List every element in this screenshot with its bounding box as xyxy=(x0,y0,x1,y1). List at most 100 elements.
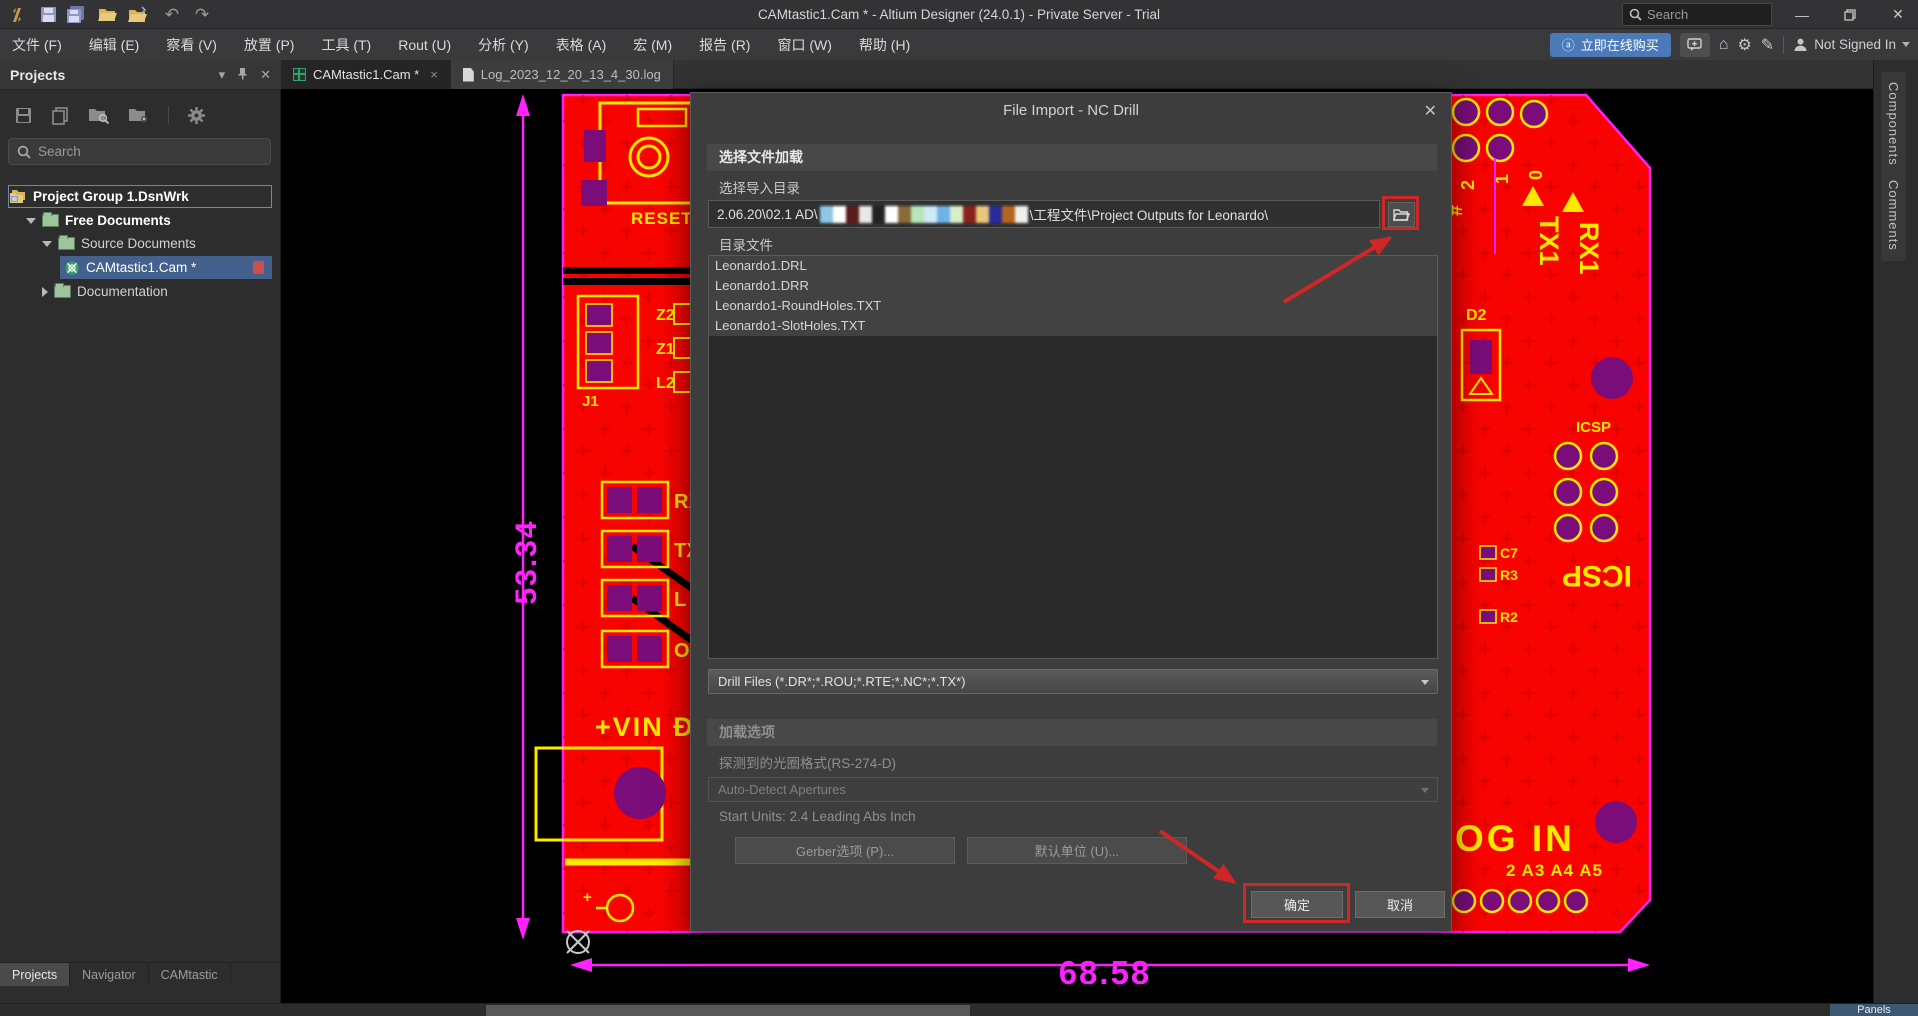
pcb-label-l: L xyxy=(674,589,686,611)
pcb-label-z1: Z1 xyxy=(656,341,675,358)
menu-reports[interactable]: 报告 (R) xyxy=(699,35,750,55)
pin-icon[interactable] xyxy=(237,67,248,83)
panel-settings-gear-icon[interactable] xyxy=(187,106,206,125)
menu-tools[interactable]: 工具 (T) xyxy=(321,35,371,55)
open-icon[interactable] xyxy=(96,3,120,26)
panel-menu-chevron-icon[interactable]: ▾ xyxy=(219,67,226,83)
save-icon[interactable] xyxy=(36,3,60,26)
annotate-pen-icon[interactable]: ✎ xyxy=(1761,35,1774,55)
pcb-label-r2: R2 xyxy=(1500,609,1518,625)
menu-edit[interactable]: 编辑 (E) xyxy=(89,35,140,55)
tree-collapsed-icon[interactable] xyxy=(42,287,48,297)
tab-navigator[interactable]: Navigator xyxy=(70,963,149,986)
open-project-icon[interactable] xyxy=(126,3,150,26)
pcb-label-analog: OG IN xyxy=(1455,818,1575,859)
titlebar-search-input[interactable] xyxy=(1647,7,1757,22)
tree-expand-icon[interactable] xyxy=(42,241,52,247)
pcb-label-d2: D2 xyxy=(1466,307,1487,324)
menu-analysis[interactable]: 分析 (Y) xyxy=(478,35,529,55)
folder-icon xyxy=(42,214,59,227)
explore-folder-icon[interactable] xyxy=(88,106,110,124)
buy-online-button[interactable]: ⓐ 立即在线购买 xyxy=(1550,33,1671,57)
cam-grid-icon xyxy=(293,68,306,81)
close-button[interactable]: ✕ xyxy=(1878,0,1918,29)
cam-document-icon xyxy=(64,260,80,276)
file-list[interactable]: Leonardo1.DRL Leonardo1.DRR Leonardo1-Ro… xyxy=(708,255,1438,659)
menu-tables[interactable]: 表格 (A) xyxy=(556,35,607,55)
aperture-format-label: 探测到的光圈格式(RS-274-D) xyxy=(719,752,896,772)
redo-icon[interactable]: ↷ xyxy=(190,3,214,26)
chevron-down-icon xyxy=(1421,680,1429,685)
tree-item-label: Documentation xyxy=(77,284,168,299)
menu-macro[interactable]: 宏 (M) xyxy=(633,35,672,55)
save-project-icon[interactable] xyxy=(14,106,33,125)
tab-projects[interactable]: Projects xyxy=(0,963,70,986)
tree-item-camtastic-document[interactable]: CAMtastic1.Cam * xyxy=(8,256,272,279)
gerber-options-button[interactable]: Gerber选项 (P)... xyxy=(735,837,955,864)
doc-tab-camtastic[interactable]: CAMtastic1.Cam * × xyxy=(281,60,451,89)
settings-gear-icon[interactable]: ⚙ xyxy=(1737,35,1751,55)
section-load-options: 加载选项 xyxy=(707,719,1437,746)
menu-view[interactable]: 察看 (V) xyxy=(166,35,217,55)
tab-comments[interactable]: Comments xyxy=(1881,170,1906,261)
path-censored-segment xyxy=(820,206,1028,223)
doc-tab-log[interactable]: Log_2023_12_20_13_4_30.log xyxy=(451,60,674,89)
tab-close-icon[interactable]: × xyxy=(430,67,438,82)
pcb-label-plus: + xyxy=(583,889,592,906)
pcb-label-analog-pins: 2 A3 A4 A5 xyxy=(1506,861,1603,880)
undo-icon[interactable]: ↶ xyxy=(160,3,184,26)
file-row[interactable]: Leonardo1-SlotHoles.TXT xyxy=(709,316,1437,336)
home-icon[interactable]: ⌂ xyxy=(1719,36,1729,54)
cancel-button[interactable]: 取消 xyxy=(1355,891,1445,918)
menu-place[interactable]: 放置 (P) xyxy=(244,35,295,55)
doc-tab-label: CAMtastic1.Cam * xyxy=(313,67,419,82)
menu-file[interactable]: 文件 (F) xyxy=(12,35,62,55)
feedback-button[interactable] xyxy=(1680,33,1710,57)
projects-search-input[interactable] xyxy=(38,144,238,159)
restore-button[interactable] xyxy=(1830,0,1870,29)
compare-documents-icon[interactable] xyxy=(51,106,70,125)
menu-window[interactable]: 窗口 (W) xyxy=(777,35,831,55)
pcb-label-r3: R3 xyxy=(1500,567,1518,583)
dimension-width-label: 68.58 xyxy=(1059,954,1152,991)
tree-item-source-documents[interactable]: Source Documents xyxy=(8,232,272,255)
pcb-label-c7: C7 xyxy=(1500,545,1518,561)
panels-button[interactable]: Panels xyxy=(1830,1004,1918,1016)
import-directory-field[interactable]: 2.06.20\02.1 AD\\工程文件\Project Outputs fo… xyxy=(708,200,1380,228)
file-row[interactable]: Leonardo1.DRL xyxy=(709,256,1437,276)
minimize-button[interactable]: — xyxy=(1782,0,1822,29)
file-row[interactable]: Leonardo1-RoundHoles.TXT xyxy=(709,296,1437,316)
pcb-label-rx1: RX1 xyxy=(1574,222,1604,275)
section-select-files: 选择文件加载 xyxy=(707,144,1437,171)
tree-item-project-group[interactable]: Project Group 1.DsnWrk xyxy=(8,185,272,208)
menu-help[interactable]: 帮助 (H) xyxy=(859,35,910,55)
projects-search[interactable] xyxy=(8,138,271,165)
user-icon xyxy=(1793,37,1808,52)
tree-expand-icon[interactable] xyxy=(26,218,36,224)
buy-online-label: 立即在线购买 xyxy=(1581,35,1659,54)
menu-rout[interactable]: Rout (U) xyxy=(398,37,451,53)
buy-icon: ⓐ xyxy=(1562,35,1575,54)
tree-item-free-documents[interactable]: Free Documents xyxy=(8,209,272,232)
pcb-label-l2: L2 xyxy=(656,375,675,392)
toolbar-separator xyxy=(168,106,169,124)
tab-camtastic[interactable]: CAMtastic xyxy=(149,963,231,986)
log-file-icon xyxy=(463,68,474,82)
sign-in-menu[interactable]: Not Signed In xyxy=(1793,37,1910,52)
tab-components[interactable]: Components xyxy=(1881,72,1906,176)
file-type-dropdown[interactable]: Drill Files (*.DR*;*.ROU;*.RTE;*.NC*;*.T… xyxy=(708,669,1438,694)
dialog-close-icon[interactable]: ✕ xyxy=(1424,101,1437,121)
panel-close-icon[interactable]: ✕ xyxy=(260,67,271,83)
file-row[interactable]: Leonardo1.DRR xyxy=(709,276,1437,296)
tree-item-documentation[interactable]: Documentation xyxy=(8,280,272,303)
save-all-icon[interactable] xyxy=(64,3,88,26)
titlebar-search[interactable] xyxy=(1622,3,1772,26)
aperture-dropdown: Auto-Detect Apertures xyxy=(708,777,1438,802)
pcb-label-j1: J1 xyxy=(582,393,599,410)
projects-panel-title: Projects xyxy=(10,67,207,83)
default-units-button[interactable]: 默认单位 (U)... xyxy=(967,837,1187,864)
path-suffix: \工程文件\Project Outputs for Leonardo\ xyxy=(1030,204,1269,224)
folder-settings-icon[interactable] xyxy=(128,106,150,124)
pcb-label-pin2: 2 xyxy=(1458,180,1478,190)
title-bar: ↶ ↷ CAMtastic1.Cam * - Altium Designer (… xyxy=(0,0,1918,29)
